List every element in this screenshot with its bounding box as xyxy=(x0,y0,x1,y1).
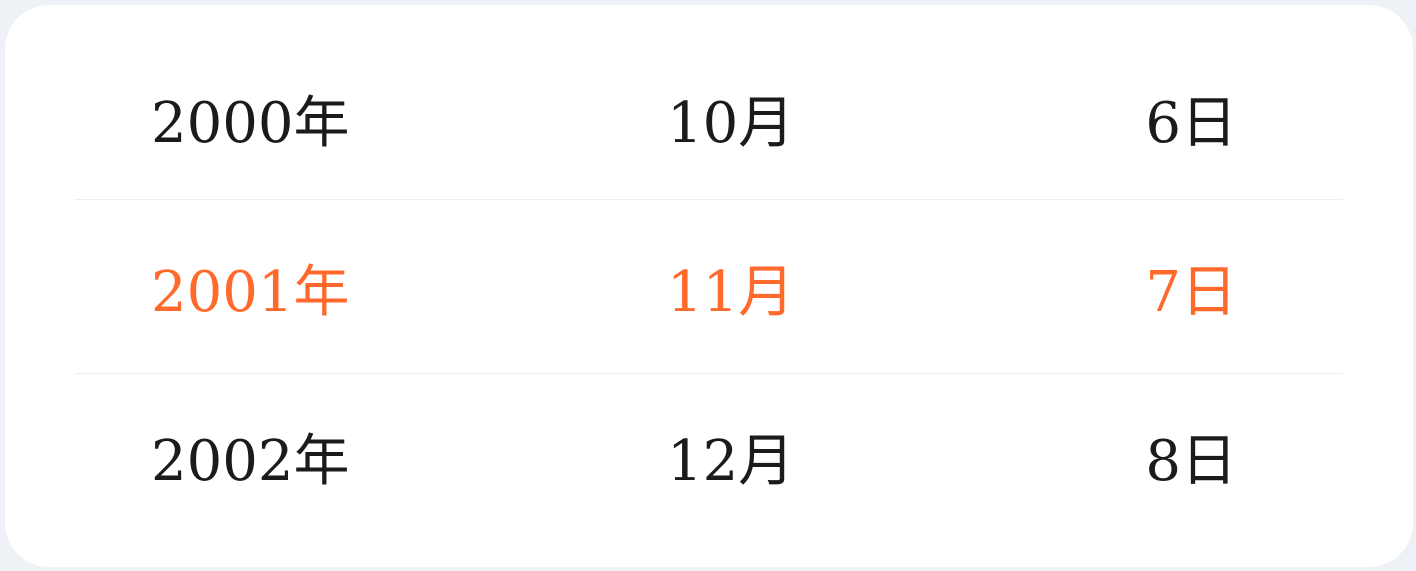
month-option[interactable]: 12月 xyxy=(667,377,794,547)
selection-divider-top xyxy=(75,199,1343,200)
year-option[interactable]: 2000年 xyxy=(151,39,350,209)
day-option[interactable]: 6日 xyxy=(1145,39,1237,209)
selected-year[interactable]: 2001年 xyxy=(151,208,350,378)
day-option[interactable]: 8日 xyxy=(1145,377,1237,547)
date-picker-card: 2000年 10月 6日 2001年 11月 7日 2002年 12月 8日 xyxy=(5,5,1413,567)
selected-day[interactable]: 7日 xyxy=(1145,208,1237,378)
picker-row[interactable]: 2002年 12月 8日 xyxy=(5,377,1413,547)
month-option[interactable]: 10月 xyxy=(667,39,794,209)
picker-row[interactable]: 2000年 10月 6日 xyxy=(5,39,1413,209)
selection-divider-bottom xyxy=(75,373,1343,374)
selected-month[interactable]: 11月 xyxy=(667,208,794,378)
year-option[interactable]: 2002年 xyxy=(151,377,350,547)
picker-row-selected[interactable]: 2001年 11月 7日 xyxy=(5,208,1413,378)
